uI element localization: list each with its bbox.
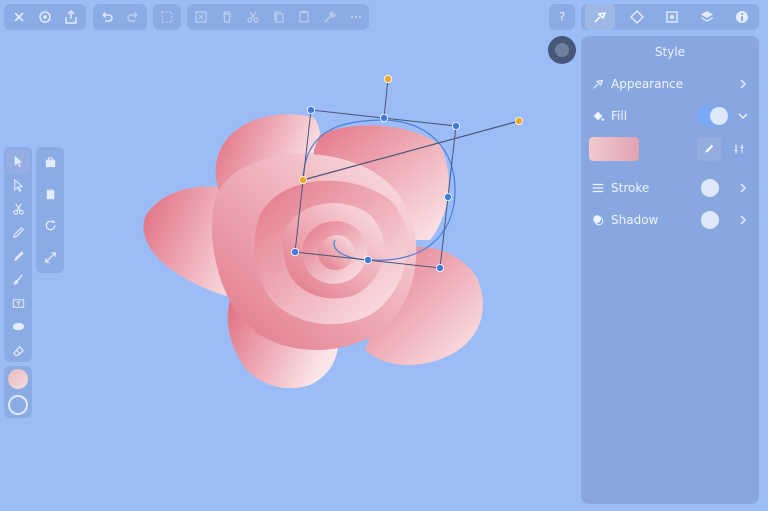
color-wells <box>4 366 32 418</box>
handle-bottom-left[interactable] <box>290 247 299 256</box>
info-tab-icon[interactable] <box>729 4 755 30</box>
brush-tool-icon[interactable] <box>6 268 30 292</box>
petal-inner-3 <box>302 221 368 284</box>
chevron-down-icon[interactable] <box>737 110 749 122</box>
style-panel: Style Appearance Fill Stroke Shadow <box>581 36 759 504</box>
pencil-icon <box>705 144 714 153</box>
handle-bottom-right[interactable] <box>435 263 444 272</box>
stroke-label: Stroke <box>611 181 650 195</box>
fill-toggle[interactable] <box>697 106 729 126</box>
help-label: ? <box>558 10 566 24</box>
close-icon[interactable] <box>6 4 32 30</box>
panel-title: Style <box>654 45 686 59</box>
pencil-tool-icon[interactable] <box>6 244 30 268</box>
paste-icon[interactable] <box>291 4 317 30</box>
appearance-row[interactable]: Appearance <box>591 73 749 95</box>
copy-icon[interactable] <box>266 4 292 30</box>
settings-icon[interactable] <box>32 4 58 30</box>
pick-icon[interactable] <box>317 4 343 30</box>
shadow-row[interactable]: Shadow <box>591 209 749 231</box>
appearance-label: Appearance <box>611 77 684 91</box>
selection-overlay[interactable] <box>290 75 524 272</box>
petal-top <box>215 114 323 215</box>
color-swatch-icon <box>555 43 569 57</box>
handle-bottom[interactable] <box>363 255 372 264</box>
rotation-handle-line <box>383 78 389 119</box>
share-icon[interactable] <box>58 4 84 30</box>
appearance-icon <box>593 79 604 89</box>
fill-bucket-icon <box>593 111 605 121</box>
image-tab-icon[interactable] <box>659 4 685 30</box>
select-icon[interactable] <box>188 4 214 30</box>
toolbox-icon[interactable] <box>38 151 62 175</box>
shadow-icon <box>593 215 604 226</box>
rotation-handle[interactable] <box>383 75 392 84</box>
edit-gradient-button[interactable] <box>697 137 721 161</box>
clipboard-icon[interactable] <box>38 182 62 206</box>
petal-left <box>143 186 270 301</box>
stroke-icon <box>592 183 604 193</box>
chevron-right-icon <box>740 79 746 89</box>
gradient-options-button[interactable] <box>727 137 751 161</box>
edit-toolbar <box>187 4 369 30</box>
fill-gradient-row <box>589 136 751 164</box>
stroke-color-well[interactable] <box>8 395 28 415</box>
shape-tab-icon[interactable] <box>624 4 650 30</box>
layers-tab-icon[interactable] <box>694 4 720 30</box>
petal-bottom <box>227 291 339 389</box>
undo-icon[interactable] <box>94 4 120 30</box>
chevron-right-icon <box>740 183 746 193</box>
petal-top-right <box>311 125 449 240</box>
handle-top[interactable] <box>379 114 388 123</box>
help-button[interactable]: ? <box>549 4 575 30</box>
history-toolbar <box>93 4 147 30</box>
resize-icon[interactable] <box>38 245 62 269</box>
zoom-icon[interactable] <box>154 4 180 30</box>
redo-icon[interactable] <box>120 4 146 30</box>
selected-path-outline <box>302 119 456 261</box>
tool-palette <box>4 147 32 362</box>
petal-inner-4 <box>318 235 355 271</box>
handle-right[interactable] <box>443 192 452 201</box>
file-toolbar <box>4 4 86 30</box>
petal-right <box>365 246 483 366</box>
fill-gradient-swatch[interactable] <box>589 137 639 161</box>
petal-inner-1 <box>254 180 408 325</box>
stroke-row[interactable]: Stroke <box>591 177 749 199</box>
stroke-toggle[interactable] <box>701 179 719 197</box>
inspector-tabs <box>581 4 759 30</box>
eraser-tool-icon[interactable] <box>6 339 30 363</box>
text-tool-icon[interactable] <box>6 291 30 315</box>
bounding-box <box>294 109 457 269</box>
sliders-icon <box>734 144 744 154</box>
tool-options-palette <box>36 147 64 273</box>
pen-tool-icon[interactable] <box>6 221 30 245</box>
shadow-label: Shadow <box>611 213 659 227</box>
rotate-icon[interactable] <box>38 214 62 238</box>
color-picker-button[interactable] <box>548 36 576 64</box>
gradient-handle-line <box>302 120 520 181</box>
fill-toggle-knob <box>710 107 728 125</box>
fill-label: Fill <box>611 109 628 123</box>
cut-icon[interactable] <box>240 4 266 30</box>
petal-inner-2 <box>282 203 385 299</box>
style-tab-icon[interactable] <box>585 4 616 30</box>
zoom-toolbar <box>153 4 181 30</box>
more-icon[interactable] <box>343 4 369 30</box>
rose-illustration[interactable] <box>143 114 483 389</box>
handle-top-right[interactable] <box>451 122 460 131</box>
shadow-toggle[interactable] <box>701 211 719 229</box>
delete-icon[interactable] <box>214 4 240 30</box>
gradient-start-handle[interactable] <box>298 175 307 184</box>
selection-tool-icon[interactable] <box>6 150 30 174</box>
gradient-end-handle[interactable] <box>515 117 524 126</box>
scissors-tool-icon[interactable] <box>6 197 30 221</box>
direct-select-tool-icon[interactable] <box>6 174 30 198</box>
fill-row[interactable]: Fill <box>591 105 749 127</box>
chevron-right-icon <box>740 215 746 225</box>
handle-top-left[interactable] <box>306 106 315 115</box>
petal-center-back <box>212 153 417 350</box>
fill-color-well[interactable] <box>8 369 28 389</box>
ellipse-tool-icon[interactable] <box>6 315 30 339</box>
